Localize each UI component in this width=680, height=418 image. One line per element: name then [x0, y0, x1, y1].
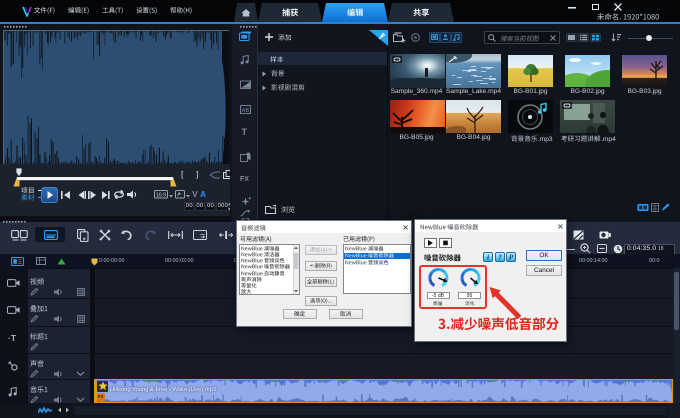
svg-text:AB: AB	[242, 107, 250, 113]
svg-text:P: P	[509, 253, 514, 262]
svg-text:.mp4: .mp4	[601, 136, 616, 143]
svg-text:.mp3: .mp3	[538, 136, 553, 143]
svg-text:?: ?	[498, 253, 502, 262]
svg-text:16:9: 16:9	[156, 192, 166, 198]
